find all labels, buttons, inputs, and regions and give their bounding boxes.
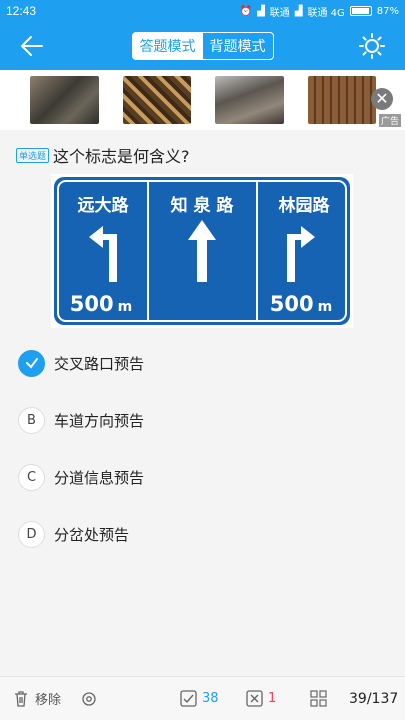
settings-icon[interactable] <box>80 690 98 708</box>
bottom-toolbar: 移除 38 1 39/137 <box>0 676 405 720</box>
sign-name-left: 远大路 <box>78 195 130 216</box>
signal-icon: ▟ <box>257 5 265 17</box>
ad-image-black-stones[interactable] <box>30 76 99 124</box>
option-a-text: 交叉路口预告 <box>54 354 145 373</box>
option-b-letter: B <box>18 406 45 434</box>
ad-image-wooden-sticks[interactable] <box>122 76 191 124</box>
wrong-x-icon <box>246 690 263 707</box>
remove-button[interactable]: 移除 <box>12 689 61 708</box>
correct-check-icon <box>180 690 197 707</box>
sign-name-center: 知 泉 路 <box>170 195 235 216</box>
signal-icon-2: ▟ <box>294 5 303 17</box>
sign-unit-right: m <box>318 299 333 315</box>
question-text: 这个标志是何含义? <box>53 147 190 166</box>
sun-icon[interactable] <box>359 33 385 59</box>
ad-banner[interactable] <box>0 70 405 130</box>
option-c-letter: C <box>18 463 45 491</box>
correct-count: 38 <box>202 691 219 706</box>
sign-distance-right: 500 <box>270 292 314 316</box>
carrier-1: 联通 <box>269 7 290 19</box>
option-d[interactable]: D 分岔处预告 <box>18 519 129 549</box>
option-d-text: 分岔处预告 <box>54 525 130 544</box>
status-bar: 12:43 ⏰ ▟ 联通 ▟ 联通 4G 87% <box>0 0 405 22</box>
tab-answer-mode[interactable]: 答题模式 <box>132 33 203 59</box>
ad-image-wood-crates[interactable] <box>215 76 284 124</box>
road-sign-image: 远大路 知 泉 路 林园路 500 m 500 m <box>51 174 353 328</box>
grid-icon[interactable] <box>310 690 327 707</box>
back-arrow-icon[interactable] <box>18 32 46 60</box>
option-b-text: 车道方向预告 <box>54 411 145 430</box>
battery-icon <box>349 6 372 16</box>
checkmark-icon <box>18 349 45 377</box>
option-a[interactable]: 交叉路口预告 <box>18 348 144 378</box>
option-c[interactable]: C 分道信息预告 <box>18 462 144 492</box>
sign-unit-left: m <box>118 299 133 315</box>
question-header: 单选题 这个标志是何含义? <box>16 143 190 167</box>
sign-distance-left: 500 <box>70 292 114 316</box>
wrong-count-button[interactable]: 1 <box>246 690 276 707</box>
correct-count-button[interactable]: 38 <box>180 690 219 707</box>
option-b[interactable]: B 车道方向预告 <box>18 405 144 435</box>
sign-name-right: 林园路 <box>279 195 331 216</box>
option-c-text: 分道信息预告 <box>54 468 145 487</box>
ad-label: 广告 <box>378 114 401 127</box>
clock: 12:43 <box>6 4 37 18</box>
mode-switch: 答题模式 背题模式 <box>131 32 274 60</box>
progress-counter[interactable]: 39/137 <box>349 691 398 707</box>
ad-close-icon[interactable]: ✕ <box>371 88 393 110</box>
alarm-icon: ⏰ <box>239 5 253 17</box>
battery-percent: 87% <box>376 5 399 17</box>
option-d-letter: D <box>18 520 45 548</box>
wrong-count: 1 <box>268 691 277 706</box>
ad-image-warehouse[interactable] <box>307 76 376 124</box>
remove-label: 移除 <box>35 693 62 708</box>
carrier-2: 联通 4G <box>307 7 345 19</box>
question-type-badge: 单选题 <box>16 147 50 163</box>
tab-memorize-mode[interactable]: 背题模式 <box>203 33 273 59</box>
trash-icon <box>15 690 27 707</box>
app-header: 答题模式 背题模式 <box>0 22 405 70</box>
